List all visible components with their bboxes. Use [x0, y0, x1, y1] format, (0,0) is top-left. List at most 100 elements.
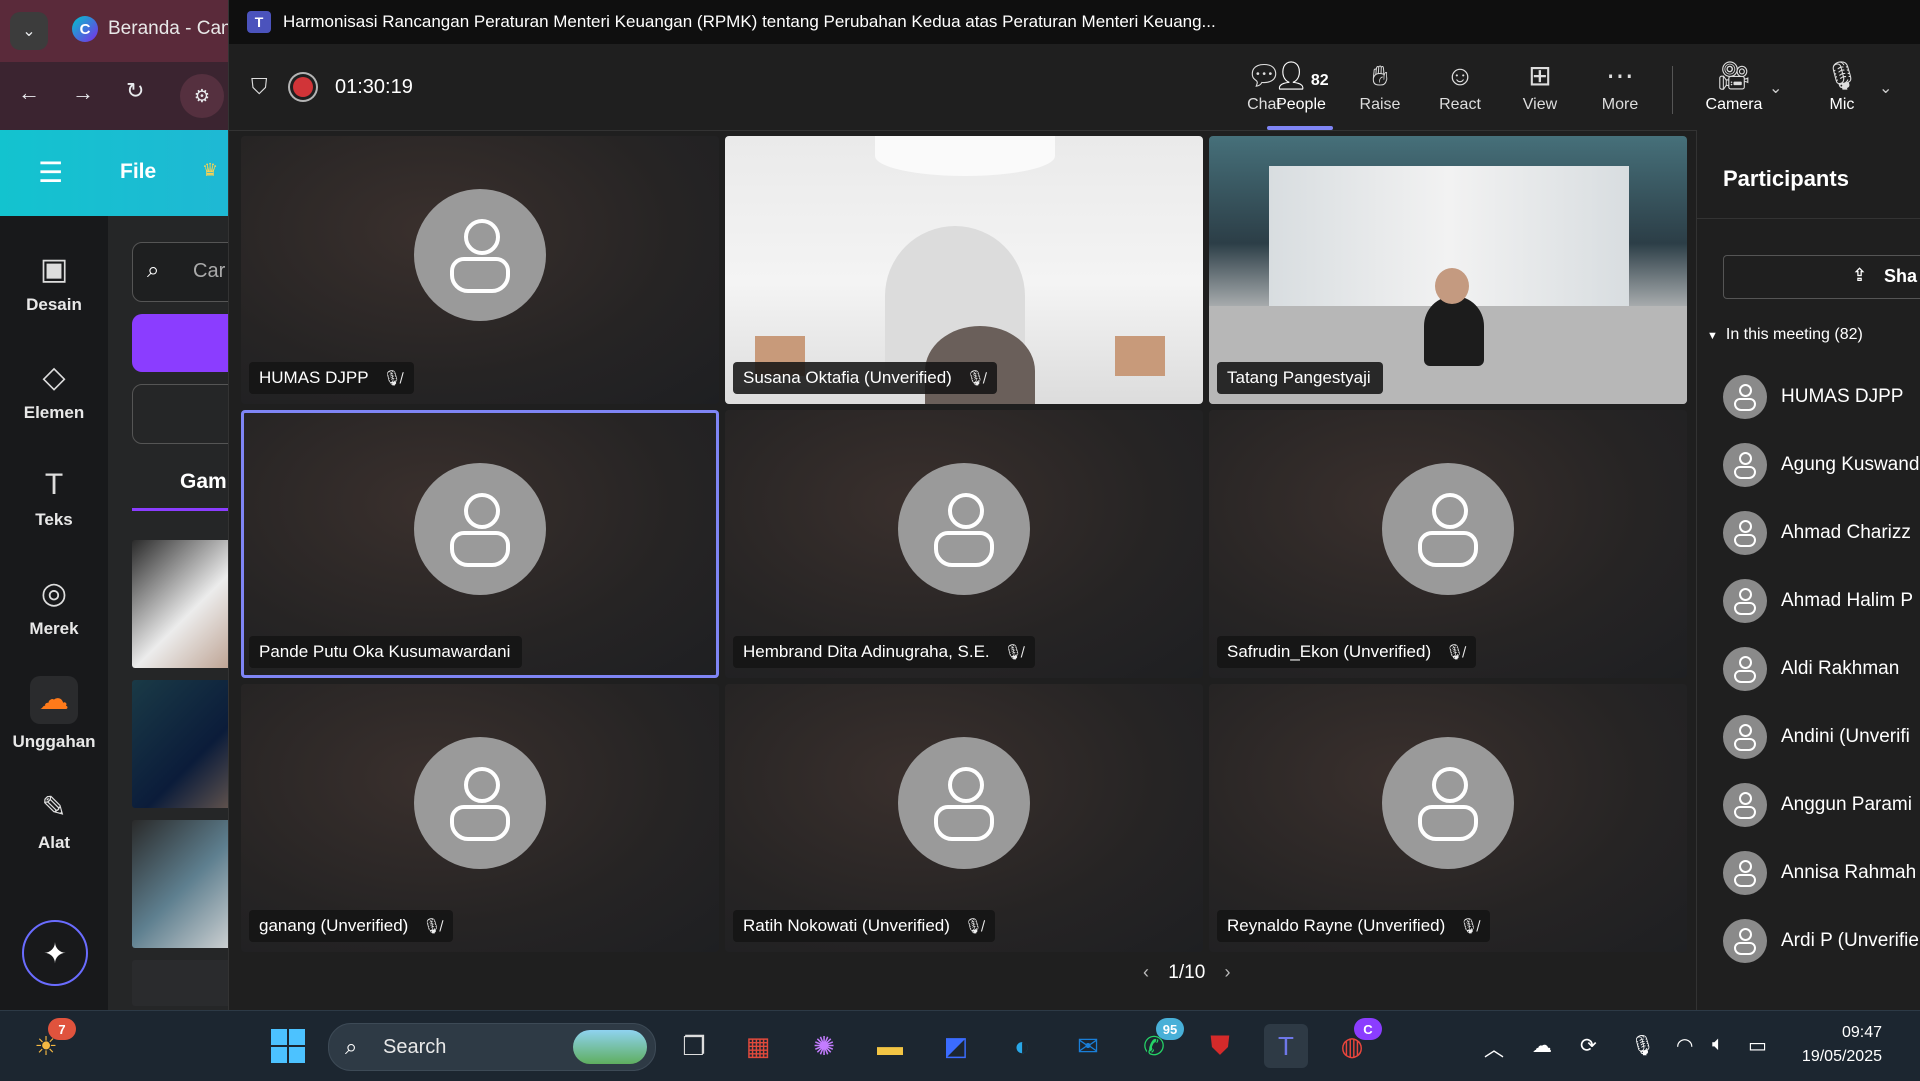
onedrive-cloud-icon[interactable]: ☁ [1532, 1033, 1552, 1058]
taskbar-search-box[interactable]: ⌕ Search [328, 1023, 656, 1071]
divider [1697, 218, 1920, 219]
magic-sparkle-icon[interactable]: ✦ [22, 920, 88, 986]
back-arrow-icon[interactable]: ← [18, 80, 40, 106]
mic-muted-icon: 🎙︎̸ [1445, 644, 1465, 661]
browser-toolbar: ← → ↻ ⚙ [0, 62, 240, 130]
rail-item-elemen[interactable]: ◇ Elemen [0, 360, 108, 423]
show-hidden-icons-chevron-icon[interactable]: ︿ [1484, 1033, 1504, 1062]
in-meeting-section-toggle[interactable]: ▼ In this meeting (82) [1707, 326, 1863, 344]
outlook-icon[interactable]: ✉ [1066, 1024, 1110, 1068]
participant-list-name: Ahmad Charizz [1781, 522, 1911, 543]
reload-icon[interactable]: ↻ [126, 78, 144, 104]
file-explorer-icon[interactable]: ▬ [868, 1024, 912, 1068]
rail-item-desain[interactable]: ▣ Desain [0, 252, 108, 315]
meeting-control-bar: ⛉ 01:30:19 💬︎ Chat 👤︎ 82 People ✋︎ Raise … [229, 44, 1920, 131]
forward-arrow-icon[interactable]: → [72, 80, 94, 106]
system-clock[interactable]: 09:47 19/05/2025 [1802, 1021, 1882, 1069]
camera-options-chevron-icon[interactable]: ⌄ [1769, 78, 1782, 98]
shapes-icon: ◇ [42, 361, 66, 394]
react-button[interactable]: ☺ React [1425, 58, 1495, 114]
caret-down-icon: ▼ [1707, 330, 1718, 342]
participant-tile[interactable]: Reynaldo Rayne (Unverified) 🎙︎̸ [1209, 684, 1687, 952]
participant-list-name: Andini (Unverifi [1781, 726, 1910, 747]
copilot-icon[interactable]: ✺ [802, 1024, 846, 1068]
participant-tile-video[interactable]: Susana Oktafia (Unverified) 🎙︎̸ [725, 136, 1203, 404]
canva-sidebar: ▣ Desain ◇ Elemen T Teks ◎ Merek ☁ Ungga… [0, 216, 108, 1010]
clock-date: 19/05/2025 [1801, 1048, 1882, 1065]
participant-list-name: Annisa Rahmah [1781, 862, 1917, 883]
participant-list-item[interactable]: Ahmad Charizz [1723, 510, 1911, 556]
sync-icon[interactable]: ⟳ [1580, 1033, 1597, 1058]
tab-list-chevron-icon[interactable]: ⌄ [10, 12, 48, 50]
avatar-icon [1723, 647, 1767, 691]
rail-item-alat[interactable]: ✎ Alat [0, 790, 108, 853]
mic-muted-icon: 🎙︎̸ [1459, 918, 1479, 935]
chrome-icon[interactable]: ◍ C [1330, 1018, 1382, 1068]
screenshot-thumbnail[interactable] [132, 820, 242, 948]
battery-icon[interactable]: ▭ [1748, 1033, 1767, 1058]
participant-list-item[interactable]: Agung Kuswand [1723, 442, 1919, 488]
hamburger-menu-icon[interactable]: ☰ [38, 156, 63, 189]
participant-list-item[interactable]: Anggun Parami [1723, 782, 1912, 828]
participant-tile[interactable]: ganang (Unverified) 🎙︎̸ [241, 684, 719, 952]
rail-item-teks[interactable]: T Teks [0, 468, 108, 530]
edge-browser-icon[interactable]: ◐ [1000, 1024, 1044, 1068]
share-invite-button[interactable]: ⇪ Sha [1723, 255, 1920, 299]
participant-tile-video[interactable]: Tatang Pangestyaji [1209, 136, 1687, 404]
rail-label: Merek [29, 619, 79, 638]
more-button[interactable]: ⋯ More [1585, 58, 1655, 114]
volume-icon[interactable]: 🔈︎ [1712, 1033, 1724, 1056]
participant-tile[interactable]: Ratih Nokowati (Unverified) 🎙︎̸ [725, 684, 1203, 952]
previous-page-chevron-icon[interactable]: ‹ [1143, 962, 1149, 982]
participant-list-item[interactable]: Aldi Rakhman [1723, 646, 1899, 692]
screenshot-thumbnail[interactable] [132, 960, 242, 1006]
mic-button[interactable]: 🎙︎ Mic [1807, 58, 1877, 114]
rail-item-merek[interactable]: ◎ Merek [0, 576, 108, 639]
whatsapp-icon[interactable]: ✆ 95 [1132, 1018, 1184, 1068]
file-menu[interactable]: File [120, 160, 156, 184]
teams-taskbar-icon[interactable]: T [1264, 1024, 1308, 1068]
start-windows-icon[interactable] [266, 1024, 310, 1068]
participant-list-item[interactable]: Ahmad Halim P [1723, 578, 1913, 624]
raise-hand-button[interactable]: ✋︎ Raise [1345, 58, 1415, 114]
people-count: 82 [1310, 72, 1329, 89]
participant-tile[interactable]: Hembrand Dita Adinugraha, S.E. 🎙︎̸ [725, 410, 1203, 678]
mic-options-chevron-icon[interactable]: ⌄ [1879, 78, 1892, 98]
next-page-chevron-icon[interactable]: › [1225, 962, 1231, 982]
mcafee-shield-icon[interactable]: ⛊ [1198, 1024, 1242, 1068]
view-button[interactable]: ⊞ View [1505, 58, 1575, 114]
screenshot-thumbnail[interactable] [132, 680, 242, 808]
screenshot-thumbnail[interactable] [132, 540, 242, 668]
camera-button[interactable]: 🎥︎ Camera [1699, 58, 1769, 114]
upload-cloud-icon: ☁ [30, 676, 78, 724]
avatar-icon [1723, 443, 1767, 487]
search-icon: ⌕ [345, 1034, 358, 1059]
wifi-icon[interactable]: ◠ [1676, 1033, 1693, 1058]
rail-item-unggahan[interactable]: ☁ Unggahan [0, 676, 108, 752]
task-view-icon[interactable]: ❐ [672, 1024, 716, 1068]
page-indicator: 1/10 [1168, 962, 1206, 983]
avatar-icon [1382, 737, 1514, 869]
participant-name-tag: HUMAS DJPP 🎙︎̸ [249, 362, 414, 394]
shield-icon[interactable]: ⛉ [251, 74, 268, 100]
participant-list-item[interactable]: Annisa Rahmah [1723, 850, 1916, 896]
camera-off-icon: 🎥︎ [1716, 60, 1752, 91]
participant-list-item[interactable]: Ardi P (Unverifie [1723, 918, 1919, 964]
browser-tab[interactable]: Beranda - Canva [72, 18, 252, 40]
people-button[interactable]: 👤︎ 82 People [1265, 58, 1337, 114]
participant-tile[interactable]: HUMAS DJPP 🎙︎̸ [241, 136, 719, 404]
canva-tab[interactable]: Gam [180, 470, 227, 494]
avatar-icon [1382, 463, 1514, 595]
participant-tile-speaking[interactable]: Pande Putu Oka Kusumawardani [241, 410, 719, 678]
weather-widget-icon[interactable]: ☀ 7 [24, 1018, 76, 1068]
microsoft-store-icon[interactable]: ▦ [736, 1024, 780, 1068]
participant-tile[interactable]: Safrudin_Ekon (Unverified) 🎙︎̸ [1209, 410, 1687, 678]
panel-title: Participants [1723, 166, 1849, 191]
participant-list-name: Ardi P (Unverifie [1781, 930, 1919, 951]
site-settings-icon[interactable]: ⚙ [180, 74, 224, 118]
app-icon[interactable]: ◩ [934, 1024, 978, 1068]
participant-list-item[interactable]: HUMAS DJPP [1723, 374, 1903, 420]
section-label: In this meeting (82) [1725, 326, 1863, 343]
participant-list-item[interactable]: Andini (Unverifi [1723, 714, 1910, 760]
microphone-icon[interactable]: 🎙︎ [1630, 1033, 1655, 1058]
